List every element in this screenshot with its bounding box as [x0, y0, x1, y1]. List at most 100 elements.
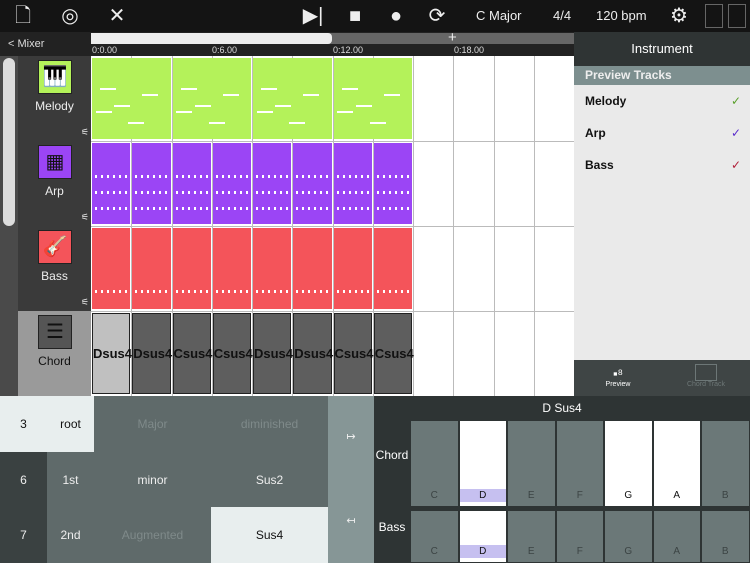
mixer-settings-icon[interactable]: ⚟ — [81, 212, 89, 223]
chord-clip[interactable]: Dsus4 — [253, 313, 293, 394]
note-marks — [135, 175, 168, 178]
key-label[interactable]: C Major — [476, 8, 522, 23]
bass-key-d[interactable]: D — [458, 510, 507, 563]
clip-bass[interactable] — [92, 228, 131, 309]
clip-arp[interactable] — [333, 143, 372, 224]
tab-chord-track[interactable]: Chord Track — [662, 360, 750, 396]
clip-bass[interactable] — [172, 228, 211, 309]
tempo[interactable]: 120 bpm — [596, 8, 647, 23]
bass-key-b[interactable]: B — [701, 510, 750, 563]
mixer-icon[interactable]: ☰ — [38, 315, 72, 349]
picker-option-major[interactable]: Major — [94, 396, 211, 452]
clip-bass[interactable] — [293, 228, 332, 309]
checkmark-icon[interactable]: ✓ — [731, 94, 741, 108]
clip-arp[interactable] — [373, 143, 412, 224]
back-to-mixer-button[interactable]: < Mixer — [8, 38, 44, 50]
note-marks — [336, 175, 369, 178]
bass-key-f[interactable]: F — [555, 510, 604, 563]
checkmark-icon[interactable]: ✓ — [731, 158, 741, 172]
mixer-settings-icon[interactable]: ⚟ — [81, 297, 89, 308]
note-marks — [376, 207, 409, 210]
layout-icon[interactable] — [705, 4, 723, 28]
track-header-bass[interactable]: 🎸 Bass ⚟ — [18, 226, 91, 311]
piano-icon[interactable]: 🎹 — [38, 60, 72, 94]
clip-arp[interactable] — [132, 143, 171, 224]
picker-option-3[interactable]: 3 — [0, 396, 47, 452]
bass-key-c[interactable]: C — [410, 510, 459, 563]
xylophone-icon[interactable]: ▦ — [38, 145, 72, 179]
stop-icon[interactable]: ■ — [342, 4, 368, 28]
picker-option-1st[interactable]: 1st — [47, 452, 94, 507]
chord-clip[interactable]: Csus4 — [373, 313, 414, 394]
chord-clip[interactable]: Dsus4 — [293, 313, 333, 394]
clip-arp[interactable] — [172, 143, 211, 224]
picker-option-7[interactable]: 7 — [0, 507, 47, 563]
note-mark — [337, 111, 353, 113]
clip-bass[interactable] — [212, 228, 251, 309]
tools-icon[interactable]: ✕ — [104, 4, 130, 28]
picker-option-2nd[interactable]: 2nd — [47, 507, 94, 563]
chord-clip[interactable]: Csus4 — [212, 313, 253, 394]
clip-melody[interactable] — [253, 58, 332, 139]
key-label: G — [624, 490, 633, 501]
chord-key-c[interactable]: C — [410, 420, 459, 507]
bass-key-g[interactable]: G — [604, 510, 653, 563]
clip-bass[interactable] — [132, 228, 171, 309]
track-scroll-thumb[interactable] — [3, 58, 15, 226]
disc-icon[interactable]: ◎ — [57, 4, 83, 28]
chord-key-f[interactable]: F — [555, 420, 604, 507]
chord-key-a[interactable]: A — [652, 420, 701, 507]
clip-arp[interactable] — [92, 143, 131, 224]
gear-icon[interactable]: ⚙ — [666, 4, 692, 28]
play-to-end-icon[interactable]: ▶| — [300, 4, 326, 28]
picker-option-minor[interactable]: minor — [94, 452, 211, 507]
loop-play-icon[interactable]: ⟳ — [424, 4, 450, 28]
chord-key-e[interactable]: E — [507, 420, 556, 507]
chord-key-g[interactable]: G — [604, 420, 653, 507]
clip-bass[interactable] — [253, 228, 292, 309]
chord-key-d[interactable]: D — [458, 420, 507, 507]
clip-melody[interactable] — [333, 58, 412, 139]
picker-option-root[interactable]: root — [47, 396, 94, 452]
clip-arp[interactable] — [293, 143, 332, 224]
picker-option-augmented[interactable]: Augmented — [94, 507, 211, 563]
clip-melody[interactable] — [92, 58, 171, 139]
preview-track-bass[interactable]: Bass — [585, 158, 614, 172]
bass-key-e[interactable]: E — [507, 510, 556, 563]
key-label: B — [721, 490, 729, 501]
picker-option-sus2[interactable]: Sus2 — [211, 452, 328, 507]
picker-option-sus4[interactable]: Sus4 — [211, 507, 328, 563]
chord-clip[interactable]: Dsus4 — [92, 313, 132, 394]
chord-clip[interactable]: Csus4 — [172, 313, 213, 394]
timeline-scroll-thumb[interactable] — [91, 33, 332, 44]
clip-arp[interactable] — [212, 143, 251, 224]
picker-option-6[interactable]: 6 — [0, 452, 47, 507]
move-left-button[interactable]: ↤ — [328, 514, 374, 527]
add-section-button[interactable]: + — [448, 29, 457, 46]
clip-bass[interactable] — [333, 228, 372, 309]
chord-clip[interactable]: Dsus4 — [132, 313, 172, 394]
new-file-icon[interactable]: 🗋 — [10, 4, 36, 28]
track-header-chord[interactable]: ☰ Chord — [18, 311, 91, 396]
chord-clip[interactable]: Csus4 — [333, 313, 374, 394]
preview-track-melody[interactable]: Melody — [585, 94, 626, 108]
preview-track-arp[interactable]: Arp — [585, 126, 606, 140]
checkmark-icon[interactable]: ✓ — [731, 126, 741, 140]
chord-key-b[interactable]: B — [701, 420, 750, 507]
time-signature[interactable]: 4/4 — [553, 8, 571, 23]
note-marks — [215, 175, 248, 178]
clip-melody[interactable] — [172, 58, 251, 139]
mixer-settings-icon[interactable]: ⚟ — [81, 127, 89, 138]
record-icon[interactable]: ● — [383, 4, 409, 28]
track-header-melody[interactable]: 🎹 Melody ⚟ — [18, 56, 91, 141]
move-right-button[interactable]: ↦ — [328, 430, 374, 443]
clip-bass[interactable] — [373, 228, 412, 309]
track-header-arp[interactable]: ▦ Arp ⚟ — [18, 141, 91, 226]
layout-icon[interactable] — [728, 4, 746, 28]
note-mark — [95, 111, 112, 113]
clip-arp[interactable] — [253, 143, 292, 224]
picker-option-diminished[interactable]: diminished — [211, 396, 328, 452]
tab-preview[interactable]: ▪⁸ Preview — [574, 360, 662, 396]
bass-key-a[interactable]: A — [652, 510, 701, 563]
guitar-icon[interactable]: 🎸 — [38, 230, 72, 264]
